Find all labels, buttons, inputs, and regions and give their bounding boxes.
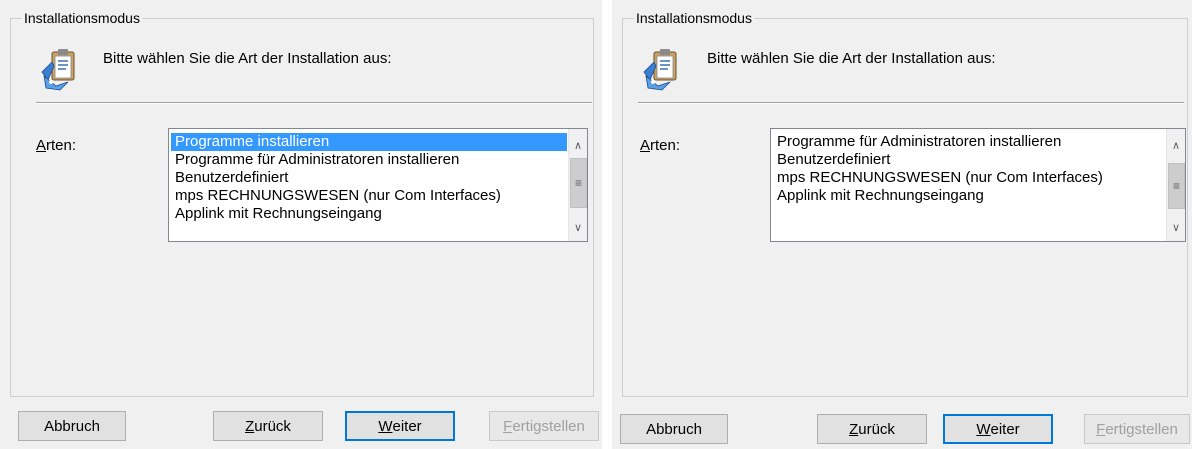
list-item[interactable]: Programme für Administratoren installier…	[773, 133, 1165, 151]
list-item[interactable]: Programme für Administratoren installier…	[171, 151, 567, 169]
group-title: Installationsmodus	[634, 10, 754, 26]
installer-wizard-icon	[643, 49, 677, 91]
right-dialog: Installationsmodus Bitte wählen Sie die …	[612, 0, 1192, 449]
list-item[interactable]: Benutzerdefiniert	[171, 169, 567, 187]
installer-wizard-icon	[41, 49, 75, 91]
cancel-button[interactable]: Abbruch	[18, 411, 126, 441]
list-item[interactable]: Applink mit Rechnungseingang	[171, 205, 567, 223]
scroll-thumb[interactable]: ≡	[1168, 163, 1185, 209]
list-item[interactable]: Programme installieren	[171, 133, 567, 151]
instruction-heading: Bitte wählen Sie die Art der Installatio…	[707, 50, 996, 67]
scroll-thumb[interactable]: ≡	[570, 158, 587, 208]
finish-button[interactable]: Fertigstellen	[489, 411, 599, 441]
back-button[interactable]: Zurück	[213, 411, 323, 441]
scroll-up-arrow-icon[interactable]: ∧	[569, 135, 587, 155]
vertical-scrollbar[interactable]: ∧ ≡ ∨	[568, 129, 587, 241]
types-label: Arten:	[640, 137, 681, 154]
types-label: Arten:	[36, 137, 77, 154]
list-item[interactable]: mps RECHNUNGSWESEN (nur Com Interfaces)	[773, 169, 1165, 187]
installation-types-listbox[interactable]: Programme für Administratoren installier…	[770, 128, 1186, 242]
vertical-scrollbar[interactable]: ∧ ≡ ∨	[1166, 129, 1185, 241]
finish-button[interactable]: Fertigstellen	[1084, 414, 1190, 444]
separator	[638, 102, 1184, 104]
list-item[interactable]: mps RECHNUNGSWESEN (nur Com Interfaces)	[171, 187, 567, 205]
scroll-grip-icon: ≡	[1172, 179, 1180, 193]
installation-types-listbox[interactable]: Programme installieren Programme für Adm…	[168, 128, 588, 242]
next-button[interactable]: Weiter	[943, 414, 1053, 444]
left-dialog: Installationsmodus Bitte wählen Sie die …	[0, 0, 602, 449]
cancel-button[interactable]: Abbruch	[620, 414, 728, 444]
scroll-up-arrow-icon[interactable]: ∧	[1167, 135, 1185, 155]
list-item[interactable]: Applink mit Rechnungseingang	[773, 187, 1165, 205]
scroll-grip-icon: ≡	[574, 176, 582, 190]
scroll-down-arrow-icon[interactable]: ∨	[569, 217, 587, 237]
instruction-heading: Bitte wählen Sie die Art der Installatio…	[103, 50, 392, 67]
separator	[36, 102, 592, 104]
scroll-down-arrow-icon[interactable]: ∨	[1167, 217, 1185, 237]
next-button[interactable]: Weiter	[345, 411, 455, 441]
group-title: Installationsmodus	[22, 10, 142, 26]
list-item[interactable]: Benutzerdefiniert	[773, 151, 1165, 169]
back-button[interactable]: Zurück	[817, 414, 927, 444]
